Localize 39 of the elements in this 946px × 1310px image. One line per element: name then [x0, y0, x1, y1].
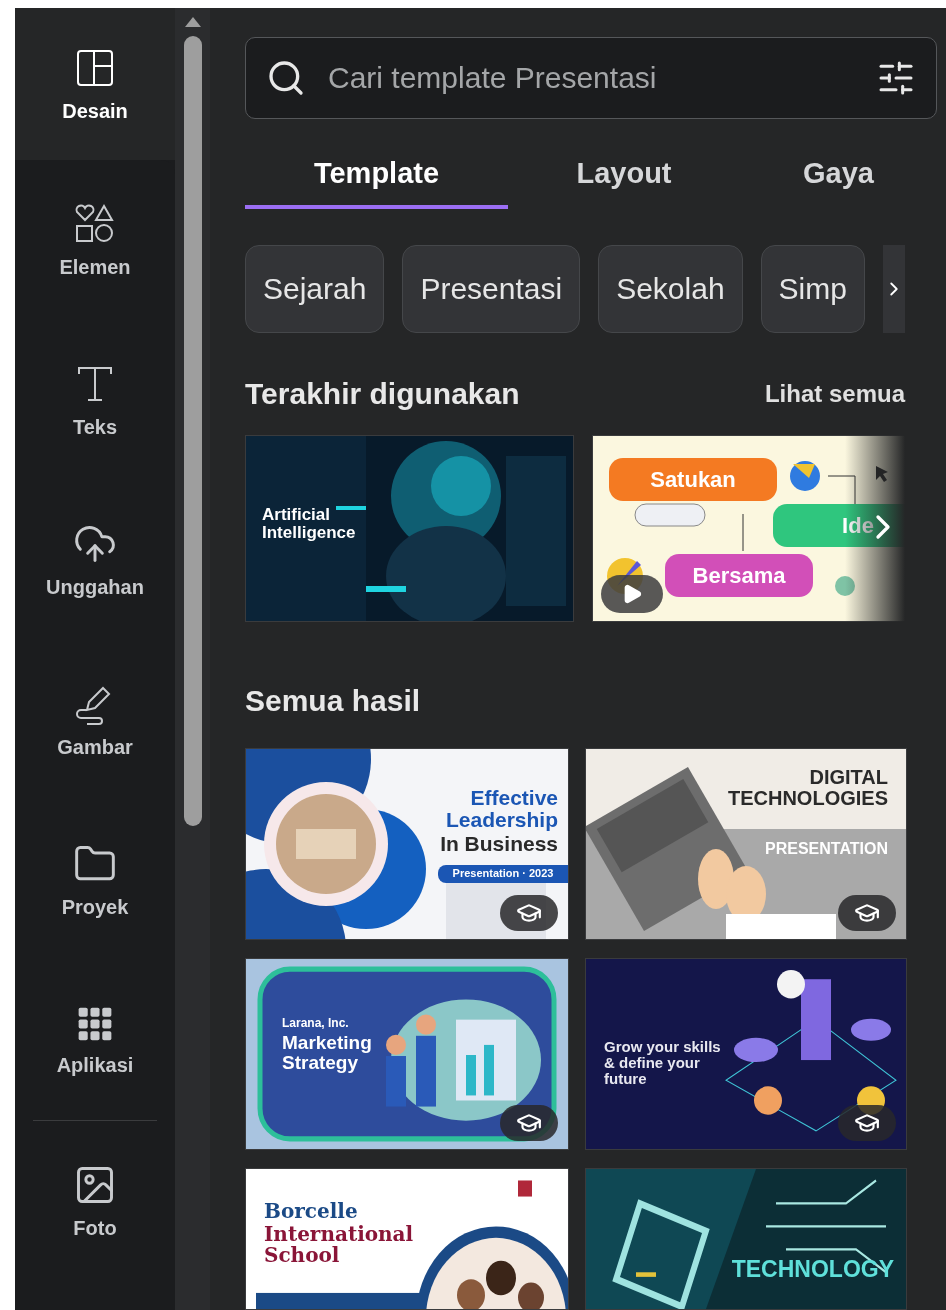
- search-icon: [266, 58, 306, 98]
- section-title: Terakhir digunakan: [245, 377, 520, 411]
- sidebar-item[interactable]: Desain: [15, 8, 175, 160]
- template-thumbnail[interactable]: Artificial Intelligence: [245, 435, 574, 622]
- thumbnail-title: Grow your skills & define your future: [604, 1039, 722, 1087]
- tab[interactable]: Layout: [508, 141, 740, 209]
- thumbnail-title: DIGITAL TECHNOLOGIES: [727, 767, 888, 809]
- template-thumbnail[interactable]: Satukan Ide Bersama: [592, 435, 905, 622]
- thumbnail-title: Marketing Strategy: [282, 1033, 373, 1073]
- scroll-up-icon[interactable]: [183, 16, 202, 28]
- thumbnail-subtitle: In Business: [440, 833, 558, 856]
- thumbnail-title: Effective Leadership: [444, 787, 558, 832]
- thumbnail-subtitle: PRESENTATION: [765, 841, 888, 858]
- tab[interactable]: Template: [245, 141, 508, 209]
- template-thumbnail[interactable]: Larana, Inc. Marketing Strategy: [245, 958, 569, 1150]
- filter-chip[interactable]: Simp: [760, 245, 865, 333]
- template-thumbnail[interactable]: Effective Leadership In Business Presentation · 2023: [245, 748, 569, 940]
- filter-chip[interactable]: Sekolah: [598, 245, 743, 333]
- idea-pill: Satukan: [609, 458, 777, 502]
- tab[interactable]: Gaya: [740, 141, 937, 209]
- filter-chip[interactable]: Presentasi: [402, 245, 581, 333]
- thumbnail-title: Artificial Intelligence: [262, 506, 357, 542]
- thumbnail-title: International School: [264, 1224, 415, 1266]
- template-thumbnail[interactable]: Borcelle International School: [245, 1168, 569, 1310]
- template-thumbnail[interactable]: Grow your skills & define your future: [585, 958, 907, 1150]
- template-thumbnail[interactable]: DIGITAL TECHNOLOGIES PRESENTATION: [585, 748, 907, 940]
- idea-pill: Ide: [773, 504, 905, 548]
- search-input[interactable]: Cari template Presentasi: [326, 60, 856, 96]
- template-thumbnail[interactable]: TECHNOLOGY: [585, 1168, 907, 1310]
- idea-pill: Bersama: [665, 554, 813, 598]
- section-title: Semua hasil: [245, 684, 421, 718]
- scrollbar-thumb[interactable]: [183, 36, 202, 826]
- filter-chip[interactable]: Sejarah: [245, 245, 385, 333]
- thumbnail-caption: Presentation · 2023: [438, 865, 568, 883]
- thumbnail-subtitle: Larana, Inc.: [282, 1017, 349, 1030]
- search-bar[interactable]: Cari template Presentasi: [245, 37, 937, 119]
- see-all-link[interactable]: Lihat semua: [764, 380, 905, 408]
- thumbnail-title: Borcelle: [264, 1201, 358, 1222]
- thumbnail-title: TECHNOLOGY: [731, 1257, 894, 1282]
